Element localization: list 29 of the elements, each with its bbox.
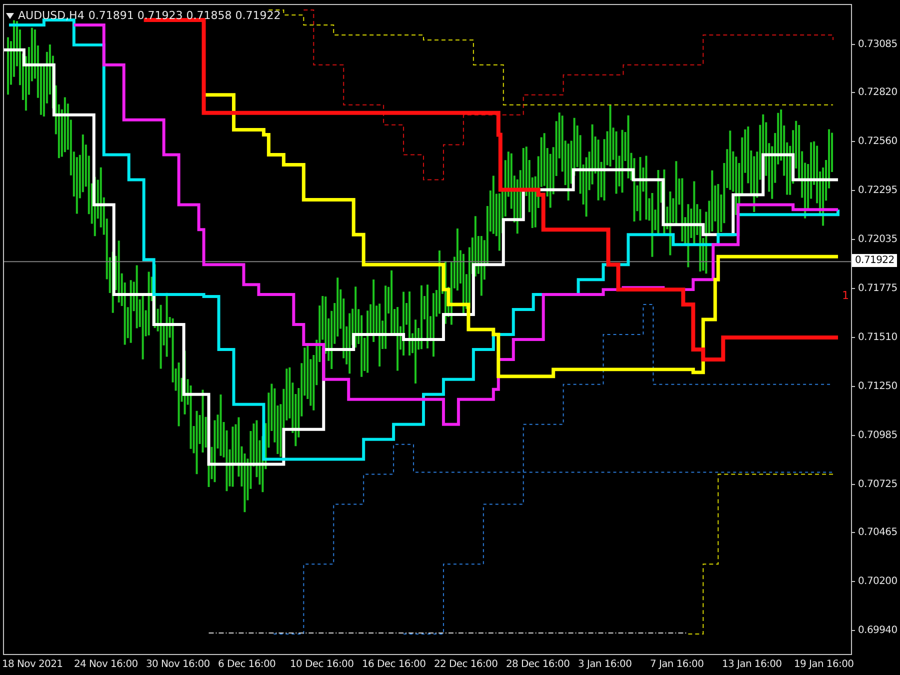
price-label: 0.71250 [858,380,898,392]
price-label: 0.70465 [858,527,898,538]
price-label: 0.72560 [858,136,898,148]
price-label: 0.73085 [858,38,898,50]
time-label: 22 Dec 16:00 [434,658,499,672]
price-label: 0.72035 [858,234,898,246]
time-label: 24 Nov 16:00 [74,658,139,672]
price-label: 0.72820 [858,87,898,98]
time-label: 13 Jan 16:00 [722,658,783,672]
time-label: 30 Nov 16:00 [146,658,211,672]
dropdown-triangle-icon[interactable] [6,12,14,18]
price-label: 0.70200 [858,576,898,588]
time-label: 28 Dec 16:00 [506,658,571,672]
alert-marker: 1 [842,289,849,302]
price-label: 0.69940 [858,625,898,636]
time-label: 18 Nov 2021 [2,658,64,672]
price-label: 0.70725 [858,478,898,490]
time-label: 16 Dec 16:00 [362,658,427,672]
time-label: 7 Jan 16:00 [650,658,705,672]
current-price-tag: 0.71922 [852,254,898,267]
time-label: 19 Jan 16:00 [794,658,855,672]
price-label: 0.70985 [858,430,898,441]
time-label: 6 Dec 16:00 [218,658,277,672]
time-label: 3 Jan 16:00 [578,658,633,672]
price-label: 0.71775 [858,282,898,294]
price-label: 0.72295 [858,185,898,196]
symbol-label: AUDUSD,H4 [18,9,84,22]
price-label: 0.71510 [858,332,898,343]
time-label: 10 Dec 16:00 [290,658,355,672]
